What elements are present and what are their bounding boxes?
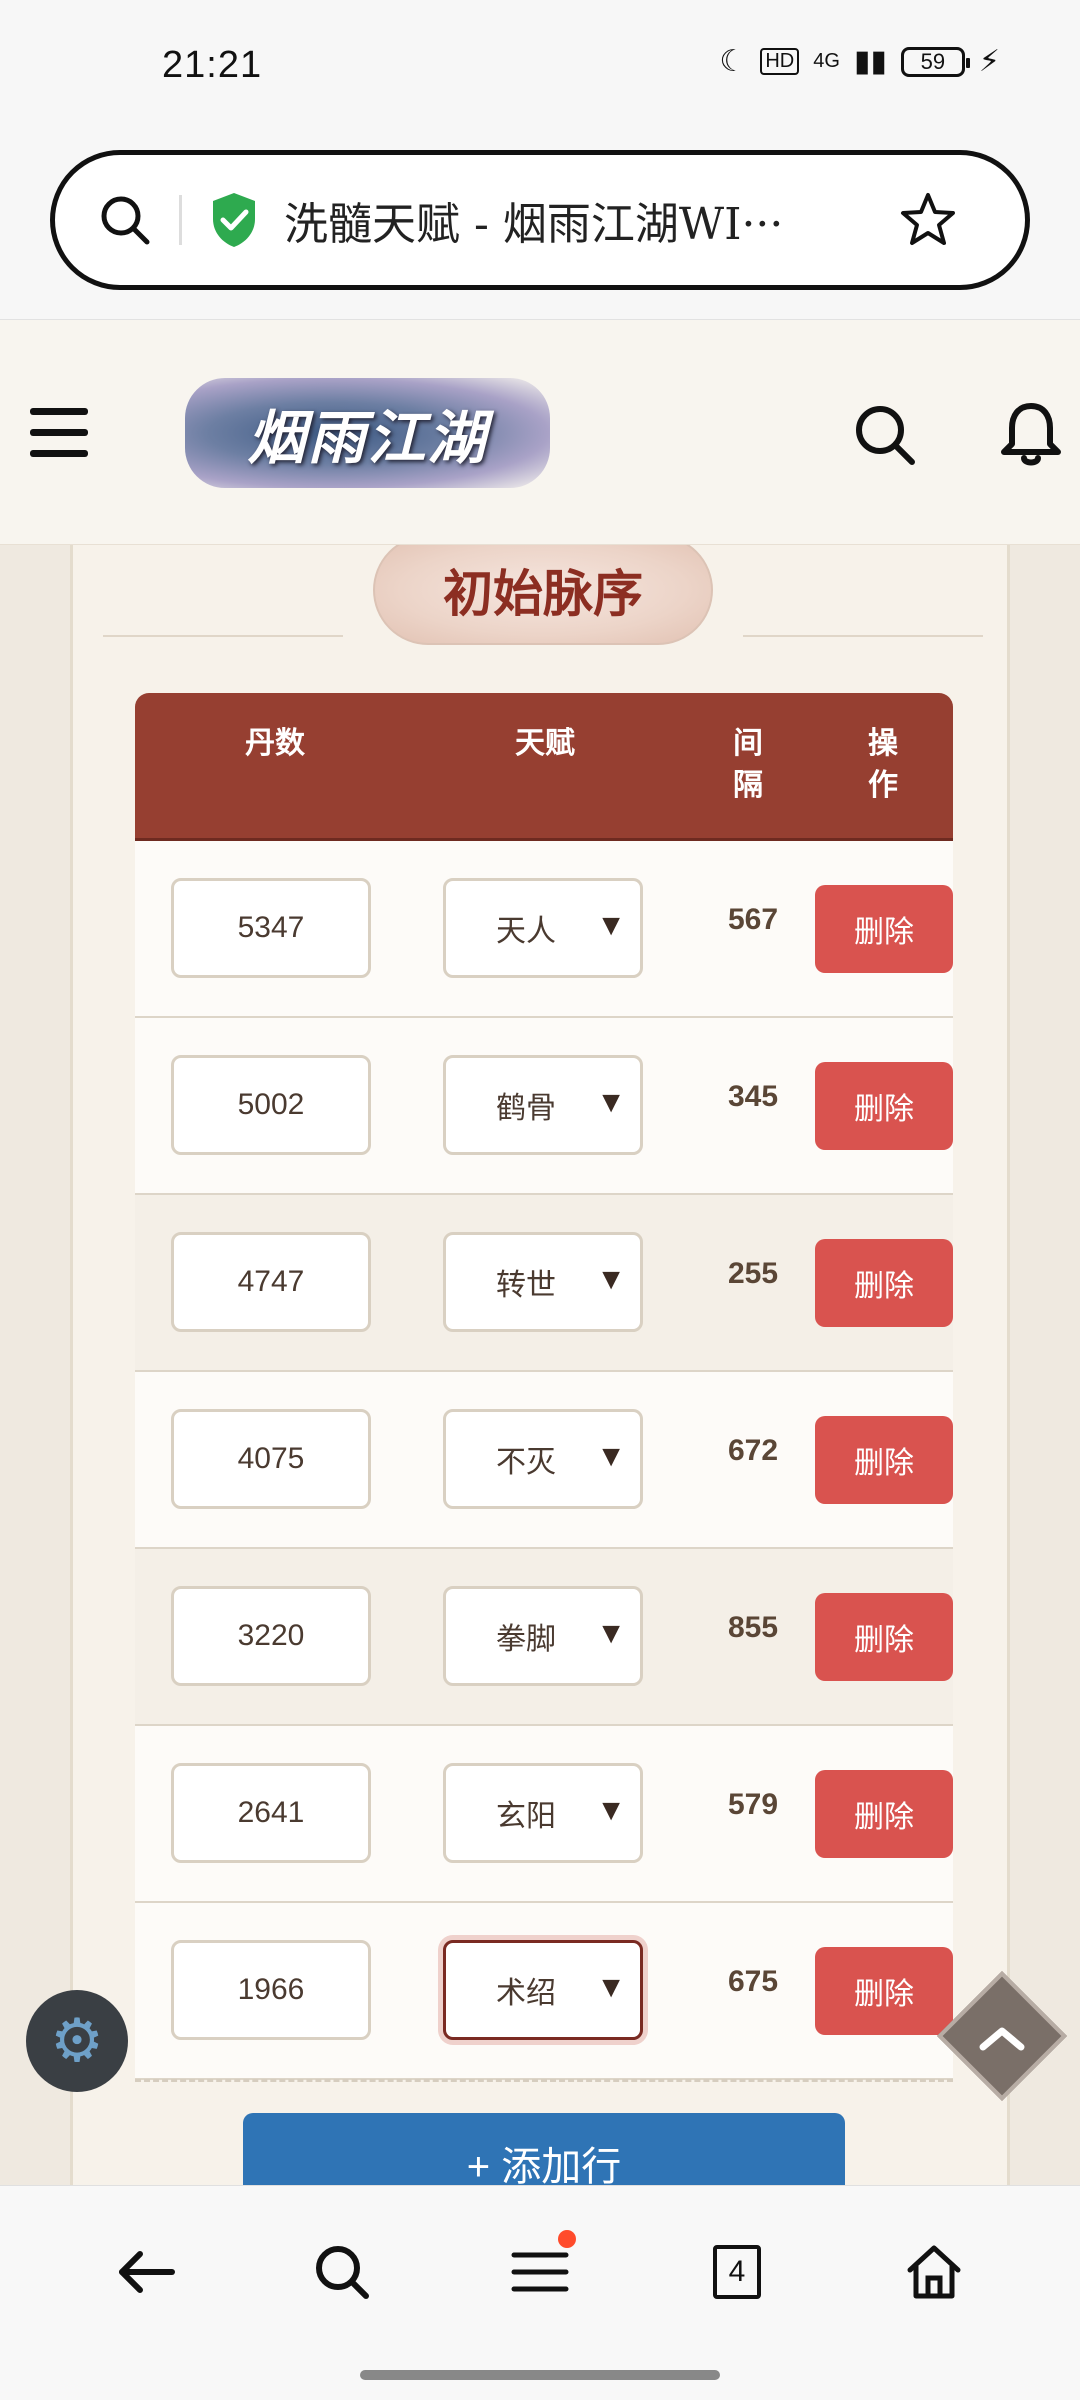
notification-dot [558,2230,576,2248]
browser-bottom-nav: 4 [0,2185,1080,2400]
site-logo[interactable]: 烟雨江湖 [185,378,550,488]
interval-value: 579 [727,1788,779,1821]
delete-button[interactable]: 删除 [815,885,953,973]
table-row: 4747 转世 ▼ 255 删除 [135,1195,953,1372]
menu-icon[interactable] [30,408,88,458]
talent-select[interactable]: 玄阳 ▼ [443,1763,643,1863]
talent-select[interactable]: 不灭 ▼ [443,1409,643,1509]
content-panel: 初始脉序 丹数 天赋 间 隔 操 作 5347 天人 ▼ 567 删除 5002 … [70,545,1010,2185]
interval-value: 567 [727,903,779,936]
dropdown-arrow-icon: ▼ [596,1440,626,1473]
dan-input[interactable]: 2641 [171,1763,371,1863]
section-title-text: 初始脉序 [443,564,643,623]
dan-input[interactable]: 4075 [171,1409,371,1509]
search-icon[interactable] [850,400,920,470]
status-icons: ☾ HD 4G ▮▮ 59 ⚡ [719,44,1000,79]
site-header: 烟雨江湖 [0,320,1080,545]
page-content: 初始脉序 丹数 天赋 间 隔 操 作 5347 天人 ▼ 567 删除 5002 … [0,545,1080,2185]
chevron-up-icon[interactable] [960,1996,1044,2080]
talent-value: 术绍 [496,1977,556,2010]
status-time: 21:21 [162,44,263,86]
delete-button[interactable]: 删除 [815,1770,953,1858]
status-bar: 21:21 ☾ HD 4G ▮▮ 59 ⚡ [0,0,1080,140]
star-icon[interactable] [896,188,960,252]
network-label: 4G [813,50,840,72]
divider [135,2079,953,2082]
table-row: 5347 天人 ▼ 567 删除 [135,841,953,1018]
talent-select[interactable]: 天人 ▼ [443,878,643,978]
moon-icon: ☾ [719,45,747,78]
logo-text: 烟雨江湖 [247,404,488,472]
table-row: 5002 鹤骨 ▼ 345 删除 [135,1018,953,1195]
dropdown-arrow-icon: ▼ [596,1617,626,1650]
delete-button[interactable]: 删除 [815,1947,953,2035]
talent-select[interactable]: 鹤骨 ▼ [443,1055,643,1155]
talent-value: 玄阳 [496,1800,556,1833]
talent-value: 天人 [496,915,556,948]
talent-value: 转世 [496,1269,556,1302]
table-header: 丹数 天赋 间 隔 操 作 [135,693,953,841]
dan-input[interactable]: 5347 [171,878,371,978]
decorative-line [103,635,343,637]
gesture-bar [360,2370,720,2380]
table-row: 1966 术绍 ▼ 675 删除 [135,1903,953,2080]
table-row: 2641 玄阳 ▼ 579 删除 [135,1726,953,1903]
interval-value: 345 [727,1080,779,1113]
delete-button[interactable]: 删除 [815,1239,953,1327]
decorative-line [743,635,983,637]
dropdown-arrow-icon: ▼ [596,1971,626,2004]
dan-input[interactable]: 5002 [171,1055,371,1155]
interval-value: 255 [727,1257,779,1290]
search-icon[interactable] [302,2232,382,2312]
add-row-button[interactable]: + 添加行 [243,2113,845,2185]
hd-icon: HD [760,48,800,75]
talent-select[interactable]: 转世 ▼ [443,1232,643,1332]
dan-input[interactable]: 1966 [171,1940,371,2040]
interval-value: 855 [727,1611,779,1644]
interval-value: 672 [727,1434,779,1467]
talent-value: 不灭 [496,1446,556,1479]
browser-toolbar: 洗髓天赋 - 烟雨江湖WI··· [0,140,1080,320]
interval-value: 675 [727,1965,779,1998]
page-title-url[interactable]: 洗髓天赋 - 烟雨江湖WI··· [284,188,864,252]
delete-button[interactable]: 删除 [815,1593,953,1681]
delete-button[interactable]: 删除 [815,1416,953,1504]
header-action: 操 作 [868,727,898,802]
dropdown-arrow-icon: ▼ [596,1086,626,1119]
dan-input[interactable]: 3220 [171,1586,371,1686]
divider [179,195,182,245]
signal-icon: ▮▮ [853,45,887,78]
search-icon[interactable] [95,190,155,250]
table-row: 3220 拳脚 ▼ 855 删除 [135,1549,953,1726]
delete-button[interactable]: 删除 [815,1062,953,1150]
dan-input[interactable]: 4747 [171,1232,371,1332]
header-dan: 丹数 [245,727,305,760]
battery-icon: 59 [900,46,970,77]
address-bar[interactable]: 洗髓天赋 - 烟雨江湖WI··· [50,150,1030,290]
home-icon[interactable] [894,2232,974,2312]
dropdown-arrow-icon: ▼ [596,1794,626,1827]
back-arrow-icon[interactable] [106,2232,186,2312]
tab-count: 4 [713,2245,761,2299]
talent-select[interactable]: 拳脚 ▼ [443,1586,643,1686]
dropdown-arrow-icon: ▼ [596,1263,626,1296]
header-talent: 天赋 [515,727,575,760]
talent-value: 拳脚 [496,1623,556,1656]
talent-table: 丹数 天赋 间 隔 操 作 5347 天人 ▼ 567 删除 5002 鹤骨 ▼ 3… [135,693,953,2080]
charging-icon: ⚡ [978,45,1000,78]
tabs-button[interactable]: 4 [697,2232,777,2312]
menu-icon[interactable] [500,2230,580,2312]
settings-gear-icon[interactable]: ⚙ [26,1990,128,2092]
talent-select[interactable]: 术绍 ▼ [443,1940,643,2040]
section-title: 初始脉序 [373,545,713,645]
table-row: 4075 不灭 ▼ 672 删除 [135,1372,953,1549]
header-interval: 间 隔 [733,727,763,802]
shield-icon[interactable] [206,190,262,250]
talent-value: 鹤骨 [496,1092,556,1125]
bell-icon[interactable] [996,398,1066,468]
dropdown-arrow-icon: ▼ [596,909,626,942]
